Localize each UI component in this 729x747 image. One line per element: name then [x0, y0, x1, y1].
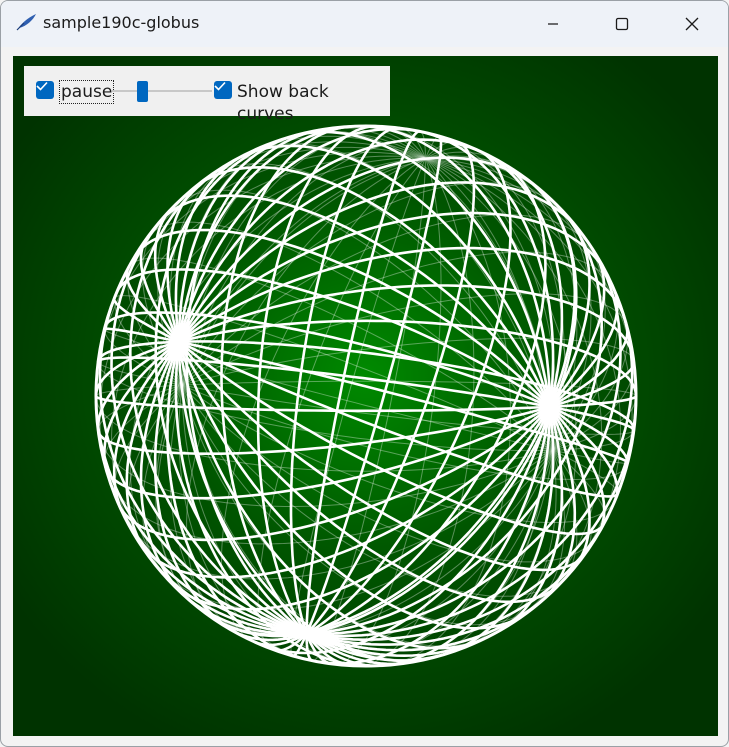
- controls-panel: pause Show back curves: [24, 66, 390, 124]
- show-back-curves-label[interactable]: Show back curves: [237, 81, 390, 125]
- feather-pen-icon: [16, 14, 36, 31]
- show-back-curves-checkbox[interactable]: [214, 81, 232, 99]
- globe-drawing: [13, 56, 718, 736]
- speed-slider-thumb[interactable]: [137, 81, 148, 102]
- checkmark-icon: [214, 81, 226, 91]
- title-bar[interactable]: sample190c-globus: [1, 1, 728, 47]
- minimize-icon: [548, 23, 558, 25]
- pause-checkbox[interactable]: [36, 81, 54, 99]
- window-title: sample190c-globus: [43, 13, 200, 32]
- close-icon: [685, 17, 699, 31]
- close-button[interactable]: [669, 1, 715, 47]
- app-window: sample190c-globus pause Show back curves: [0, 0, 729, 747]
- speed-slider-track[interactable]: [112, 90, 212, 92]
- pause-label[interactable]: pause: [59, 80, 115, 104]
- maximize-button[interactable]: [599, 1, 645, 47]
- globe-canvas[interactable]: pause Show back curves: [13, 56, 718, 736]
- maximize-icon: [615, 17, 629, 31]
- minimize-button[interactable]: [530, 1, 576, 47]
- checkmark-icon: [36, 81, 48, 91]
